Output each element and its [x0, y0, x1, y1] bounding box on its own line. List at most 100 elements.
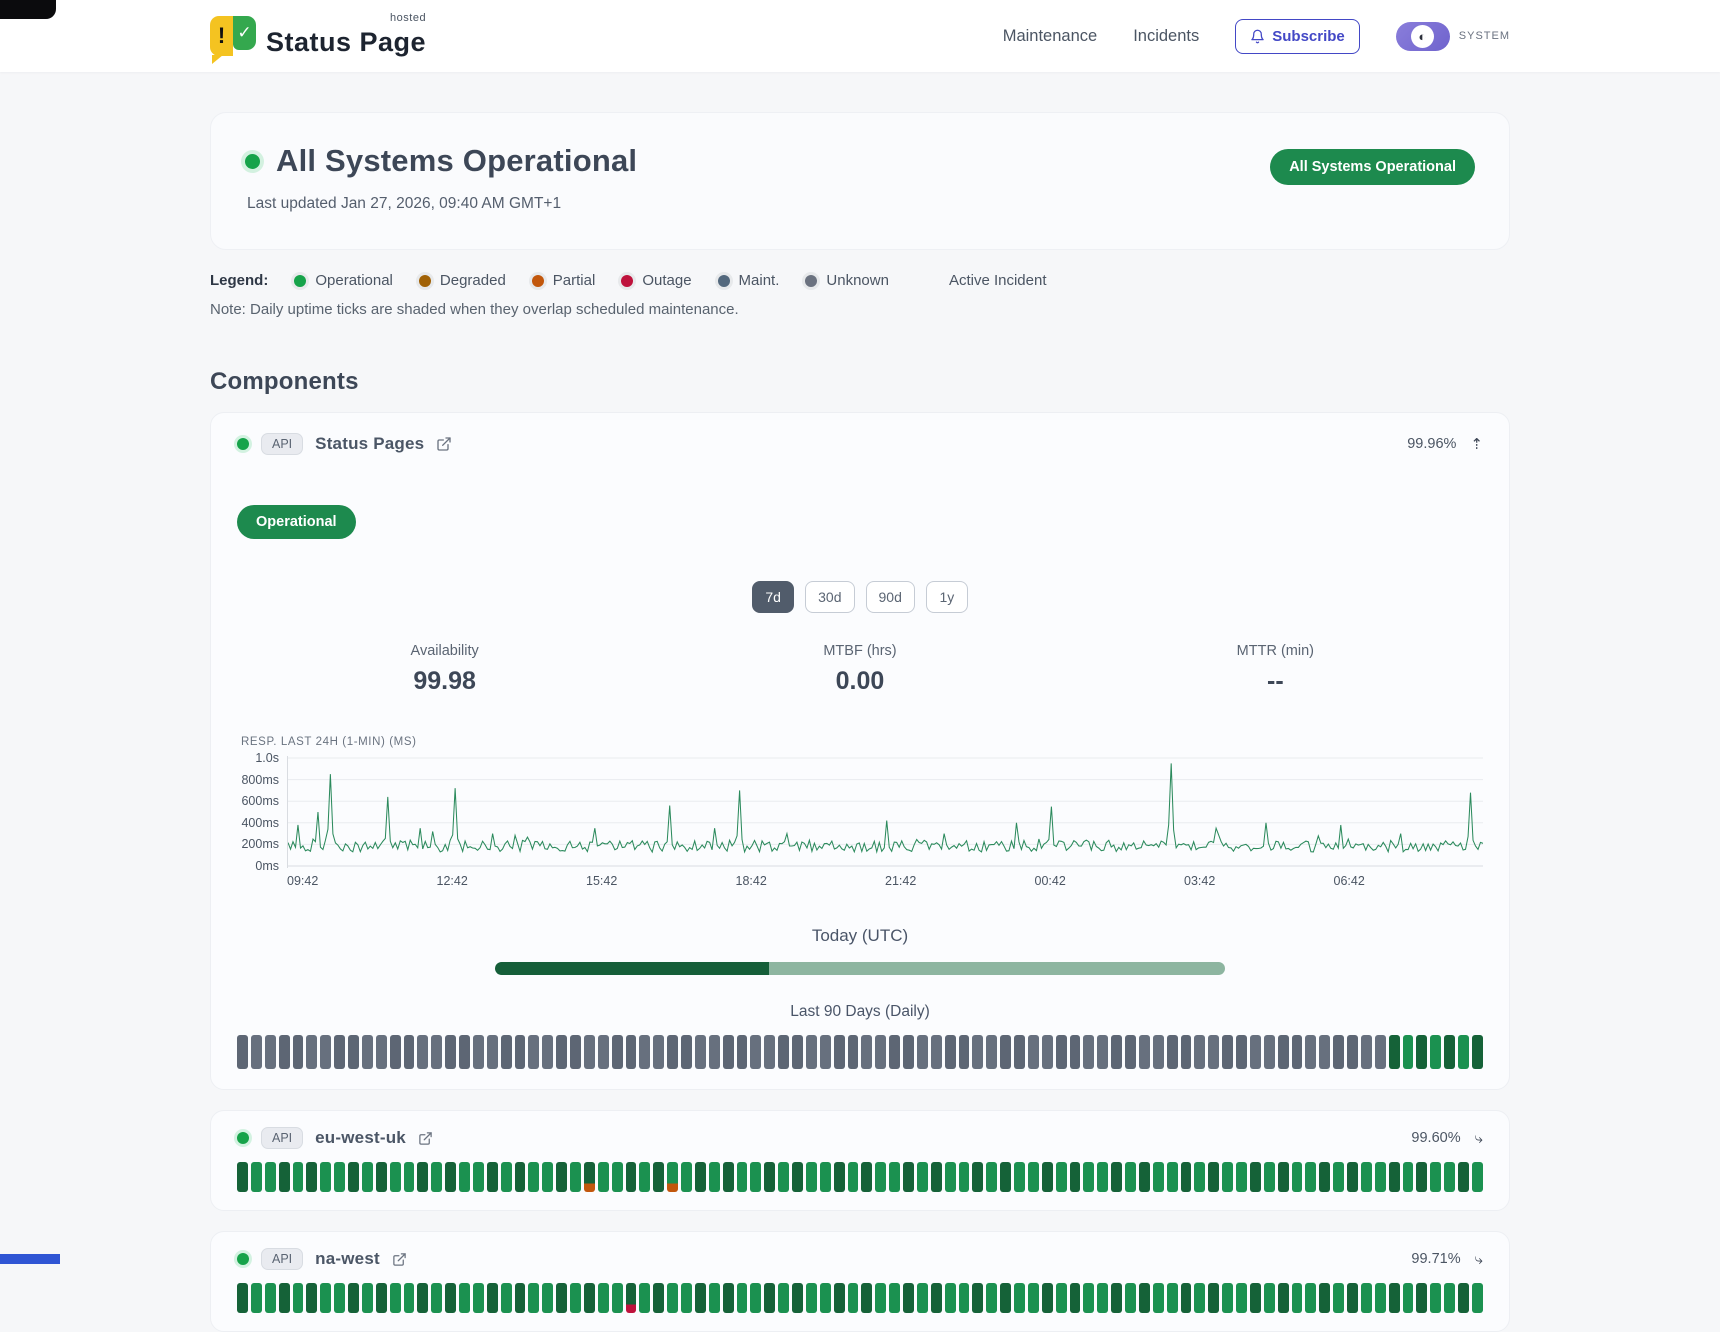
uptime-tick[interactable] — [639, 1035, 650, 1069]
uptime-tick[interactable] — [1278, 1283, 1289, 1313]
uptime-tick[interactable] — [1208, 1035, 1219, 1069]
uptime-tick[interactable] — [1375, 1283, 1386, 1313]
uptime-tick[interactable] — [1430, 1035, 1441, 1069]
uptime-tick[interactable] — [1305, 1035, 1316, 1069]
uptime-tick[interactable] — [1236, 1283, 1247, 1313]
uptime-tick[interactable] — [390, 1162, 401, 1192]
uptime-tick[interactable] — [695, 1162, 706, 1192]
uptime-tick[interactable] — [917, 1162, 928, 1192]
uptime-tick[interactable] — [251, 1162, 262, 1192]
uptime-tick[interactable] — [1139, 1283, 1150, 1313]
uptime-tick[interactable] — [1139, 1035, 1150, 1069]
uptime-tick[interactable] — [709, 1035, 720, 1069]
uptime-tick[interactable] — [237, 1162, 248, 1192]
uptime-tick[interactable] — [1014, 1035, 1025, 1069]
uptime-tick[interactable] — [903, 1035, 914, 1069]
uptime-tick[interactable] — [750, 1162, 761, 1192]
uptime-tick[interactable] — [1028, 1283, 1039, 1313]
uptime-tick[interactable] — [279, 1035, 290, 1069]
nav-link-maintenance[interactable]: Maintenance — [1003, 27, 1097, 46]
uptime-tick[interactable] — [1458, 1162, 1469, 1192]
uptime-tick[interactable] — [667, 1035, 678, 1069]
uptime-tick[interactable] — [1125, 1035, 1136, 1069]
uptime-tick[interactable] — [556, 1035, 567, 1069]
uptime-tick[interactable] — [556, 1162, 567, 1192]
uptime-tick[interactable] — [917, 1035, 928, 1069]
uptime-tick[interactable] — [723, 1162, 734, 1192]
uptime-tick[interactable] — [501, 1283, 512, 1313]
uptime-tick[interactable] — [1167, 1283, 1178, 1313]
range-button-1y[interactable]: 1y — [926, 581, 968, 613]
uptime-tick[interactable] — [986, 1035, 997, 1069]
uptime-tick[interactable] — [861, 1035, 872, 1069]
uptime-tick[interactable] — [584, 1283, 595, 1313]
uptime-tick[interactable] — [653, 1283, 664, 1313]
uptime-tick[interactable] — [1319, 1162, 1330, 1192]
uptime-tick[interactable] — [764, 1162, 775, 1192]
uptime-tick[interactable] — [806, 1283, 817, 1313]
uptime-tick[interactable] — [834, 1162, 845, 1192]
uptime-tick[interactable] — [1083, 1283, 1094, 1313]
uptime-tick[interactable] — [931, 1035, 942, 1069]
uptime-tick[interactable] — [792, 1283, 803, 1313]
uptime-tick[interactable] — [848, 1283, 859, 1313]
uptime-tick[interactable] — [1444, 1162, 1455, 1192]
uptime-tick[interactable] — [861, 1162, 872, 1192]
uptime-tick[interactable] — [750, 1035, 761, 1069]
uptime-tick[interactable] — [1403, 1283, 1414, 1313]
uptime-tick[interactable] — [848, 1035, 859, 1069]
uptime-tick[interactable] — [473, 1283, 484, 1313]
brand[interactable]: ! ✓ Status Page hosted — [210, 16, 426, 56]
uptime-tick[interactable] — [959, 1283, 970, 1313]
uptime-tick[interactable] — [1236, 1162, 1247, 1192]
uptime-tick[interactable] — [570, 1283, 581, 1313]
uptime-tick[interactable] — [667, 1283, 678, 1313]
uptime-tick[interactable] — [279, 1283, 290, 1313]
uptime-tick[interactable] — [390, 1035, 401, 1069]
uptime-tick[interactable] — [889, 1283, 900, 1313]
uptime-tick[interactable] — [598, 1035, 609, 1069]
uptime-tick[interactable] — [1305, 1162, 1316, 1192]
uptime-tick[interactable] — [778, 1162, 789, 1192]
uptime-tick[interactable] — [598, 1283, 609, 1313]
uptime-tick[interactable] — [1319, 1283, 1330, 1313]
uptime-tick[interactable] — [1430, 1162, 1441, 1192]
uptime-tick[interactable] — [1416, 1162, 1427, 1192]
uptime-tick[interactable] — [570, 1035, 581, 1069]
uptime-tick[interactable] — [404, 1283, 415, 1313]
uptime-tick[interactable] — [861, 1283, 872, 1313]
uptime-tick[interactable] — [1458, 1283, 1469, 1313]
uptime-tick[interactable] — [334, 1162, 345, 1192]
uptime-tick[interactable] — [320, 1283, 331, 1313]
uptime-tick[interactable] — [612, 1283, 623, 1313]
uptime-tick[interactable] — [1222, 1035, 1233, 1069]
chart-plot-area[interactable] — [287, 756, 1483, 868]
expand-icon[interactable]: ⤷ — [1475, 1251, 1483, 1268]
uptime-tick[interactable] — [1333, 1283, 1344, 1313]
uptime-tick[interactable] — [251, 1035, 262, 1069]
uptime-tick[interactable] — [1361, 1162, 1372, 1192]
uptime-tick[interactable] — [1278, 1035, 1289, 1069]
uptime-tick[interactable] — [528, 1283, 539, 1313]
uptime-tick[interactable] — [1375, 1035, 1386, 1069]
uptime-tick[interactable] — [487, 1283, 498, 1313]
uptime-tick[interactable] — [1292, 1283, 1303, 1313]
uptime-tick[interactable] — [362, 1162, 373, 1192]
external-link-icon[interactable] — [392, 1252, 407, 1267]
uptime-tick[interactable] — [1250, 1162, 1261, 1192]
uptime-tick[interactable] — [348, 1035, 359, 1069]
uptime-tick[interactable] — [945, 1283, 956, 1313]
uptime-tick[interactable] — [1444, 1035, 1455, 1069]
uptime-tick[interactable] — [1014, 1162, 1025, 1192]
uptime-tick[interactable] — [528, 1162, 539, 1192]
expand-icon[interactable]: ⤷ — [1475, 1130, 1483, 1147]
uptime-tick[interactable] — [1222, 1283, 1233, 1313]
uptime-tick[interactable] — [542, 1162, 553, 1192]
uptime-tick[interactable] — [1278, 1162, 1289, 1192]
uptime-tick[interactable] — [390, 1283, 401, 1313]
uptime-tick[interactable] — [1167, 1035, 1178, 1069]
uptime-tick[interactable] — [612, 1035, 623, 1069]
uptime-tick[interactable] — [459, 1283, 470, 1313]
uptime-tick[interactable] — [265, 1162, 276, 1192]
uptime-tick[interactable] — [1153, 1035, 1164, 1069]
